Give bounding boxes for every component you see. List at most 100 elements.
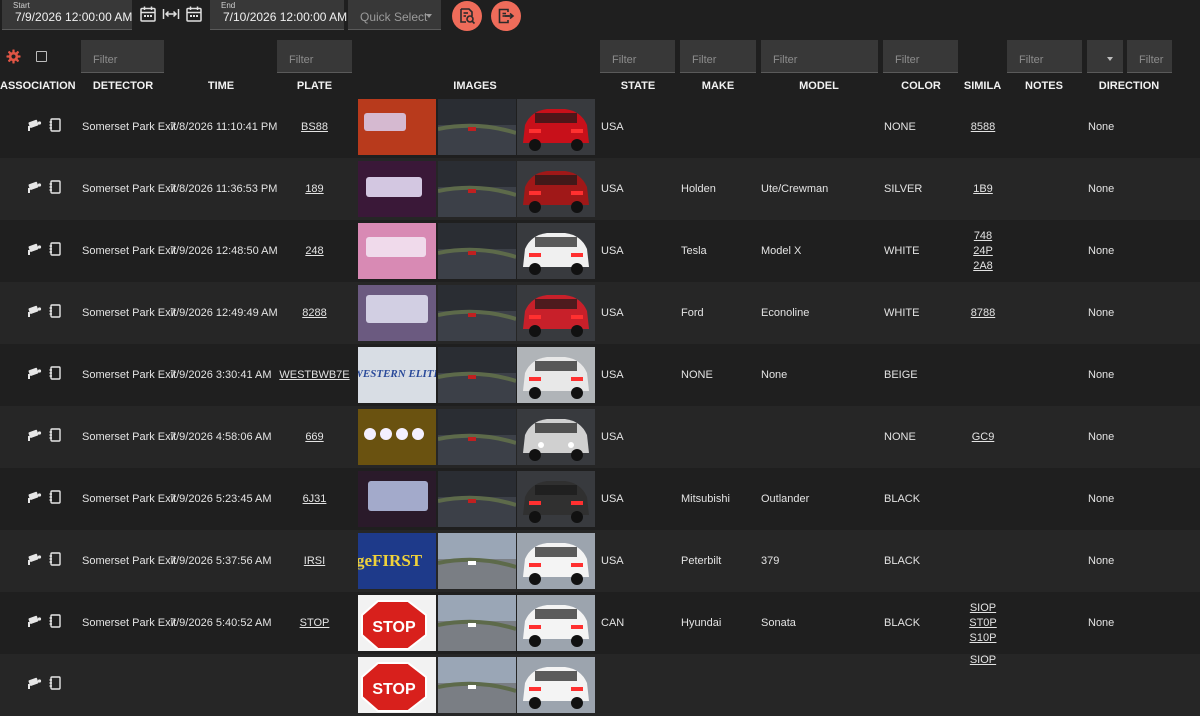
table-row[interactable]: Somerset Park Exit 7/9/2026 4:58:06 AM 669… bbox=[0, 406, 1200, 468]
column-header-plate[interactable]: PLATE bbox=[278, 80, 351, 94]
camera-icon[interactable] bbox=[27, 118, 42, 134]
plate-filter[interactable]: Filter bbox=[277, 40, 352, 73]
similar-plate-link[interactable]: SIOP bbox=[962, 653, 1004, 668]
similar-plate-link[interactable]: ST0P bbox=[962, 616, 1004, 631]
plate-image[interactable] bbox=[358, 285, 436, 341]
camera-icon[interactable] bbox=[27, 242, 42, 258]
table-row[interactable]: STOP SIOP bbox=[0, 654, 1200, 716]
table-row[interactable]: Somerset Park Exit 7/9/2026 12:49:49 AM 82… bbox=[0, 282, 1200, 344]
similar-plate-link[interactable]: S10P bbox=[962, 631, 1004, 646]
calendar-icon[interactable] bbox=[185, 5, 203, 23]
vehicle-image[interactable] bbox=[517, 223, 595, 279]
scene-image[interactable] bbox=[438, 595, 516, 651]
camera-icon[interactable] bbox=[27, 304, 42, 320]
notebook-icon[interactable] bbox=[49, 180, 61, 197]
notebook-icon[interactable] bbox=[49, 242, 61, 259]
plate-image[interactable]: STOP bbox=[358, 595, 436, 651]
start-datetime-field[interactable]: Start 7/9/2026 12:00:00 AM bbox=[2, 0, 132, 30]
notebook-icon[interactable] bbox=[49, 676, 61, 693]
camera-icon[interactable] bbox=[27, 490, 42, 506]
plate-image[interactable] bbox=[358, 223, 436, 279]
similar-plate-link[interactable]: 8788 bbox=[962, 306, 1004, 321]
vehicle-image[interactable] bbox=[517, 99, 595, 155]
plate-link[interactable]: WESTBWB7E bbox=[278, 369, 351, 381]
notebook-icon[interactable] bbox=[49, 118, 61, 135]
column-header-state[interactable]: STATE bbox=[598, 80, 678, 94]
camera-icon[interactable] bbox=[27, 180, 42, 196]
table-row[interactable]: Somerset Park Exit 7/9/2026 5:23:45 AM 6J3… bbox=[0, 468, 1200, 530]
gear-icon[interactable] bbox=[6, 49, 21, 64]
plate-link[interactable]: 189 bbox=[278, 183, 351, 195]
column-header-images[interactable]: IMAGES bbox=[356, 80, 594, 94]
camera-icon[interactable] bbox=[27, 552, 42, 568]
similar-plate-link[interactable]: 2A8 bbox=[962, 259, 1004, 274]
plate-link[interactable]: 6J31 bbox=[278, 493, 351, 505]
plate-image[interactable] bbox=[358, 409, 436, 465]
plate-image[interactable] bbox=[358, 161, 436, 217]
vehicle-image[interactable] bbox=[517, 161, 595, 217]
camera-icon[interactable] bbox=[27, 428, 42, 444]
similar-plate-link[interactable]: 8588 bbox=[962, 120, 1004, 135]
vehicle-image[interactable] bbox=[517, 657, 595, 713]
column-header-make[interactable]: MAKE bbox=[678, 80, 758, 94]
column-header-similar[interactable]: SIMILA bbox=[962, 80, 1003, 94]
similar-plate-link[interactable]: 1B9 bbox=[962, 182, 1004, 197]
column-header-detector[interactable]: DETECTOR bbox=[79, 80, 167, 94]
scene-image[interactable] bbox=[438, 285, 516, 341]
vehicle-image[interactable] bbox=[517, 533, 595, 589]
notebook-icon[interactable] bbox=[49, 304, 61, 321]
vehicle-image[interactable] bbox=[517, 285, 595, 341]
search-button[interactable] bbox=[452, 1, 482, 31]
scene-image[interactable] bbox=[438, 409, 516, 465]
scene-image[interactable] bbox=[438, 99, 516, 155]
plate-link[interactable]: 669 bbox=[278, 431, 351, 443]
notebook-icon[interactable] bbox=[49, 552, 61, 569]
color-filter[interactable]: Filter bbox=[883, 40, 958, 73]
notebook-icon[interactable] bbox=[49, 614, 61, 631]
end-value[interactable]: 7/10/2026 12:00:00 AM bbox=[223, 10, 347, 24]
scene-image[interactable] bbox=[438, 471, 516, 527]
notebook-icon[interactable] bbox=[49, 490, 61, 507]
similar-plate-link[interactable]: GC9 bbox=[962, 430, 1004, 445]
column-header-direction[interactable]: DIRECTION bbox=[1088, 80, 1170, 94]
similar-plate-link[interactable]: 748 bbox=[962, 229, 1004, 244]
table-row[interactable]: Somerset Park Exit 7/8/2026 11:36:53 PM 18… bbox=[0, 158, 1200, 220]
column-header-model[interactable]: MODEL bbox=[758, 80, 880, 94]
notes-filter[interactable]: Filter bbox=[1007, 40, 1082, 73]
direction-filter[interactable]: Filter bbox=[1127, 40, 1172, 73]
similar-plate-link[interactable]: SIOP bbox=[962, 601, 1004, 616]
column-header-associations[interactable]: ASSOCIATIONS bbox=[0, 80, 76, 94]
select-all-checkbox[interactable] bbox=[36, 51, 47, 62]
detector-filter[interactable]: Filter bbox=[81, 40, 164, 73]
plate-link[interactable]: 8288 bbox=[278, 307, 351, 319]
vehicle-image[interactable] bbox=[517, 409, 595, 465]
quick-select-dropdown[interactable]: Quick Select bbox=[348, 0, 441, 30]
calendar-icon[interactable] bbox=[139, 5, 157, 23]
plate-image[interactable] bbox=[358, 99, 436, 155]
plate-image[interactable]: STOP bbox=[358, 657, 436, 713]
make-filter[interactable]: Filter bbox=[680, 40, 756, 73]
table-row[interactable]: Somerset Park Exit 7/9/2026 12:48:50 AM 24… bbox=[0, 220, 1200, 282]
state-filter[interactable]: Filter bbox=[600, 40, 675, 73]
plate-image[interactable] bbox=[358, 471, 436, 527]
table-row[interactable]: Somerset Park Exit 7/9/2026 3:30:41 AM WES… bbox=[0, 344, 1200, 406]
vehicle-image[interactable] bbox=[517, 347, 595, 403]
scene-image[interactable] bbox=[438, 161, 516, 217]
table-row[interactable]: Somerset Park Exit 7/9/2026 5:40:52 AM STO… bbox=[0, 592, 1200, 654]
camera-icon[interactable] bbox=[27, 676, 42, 692]
scene-image[interactable] bbox=[438, 657, 516, 713]
scene-image[interactable] bbox=[438, 533, 516, 589]
table-row[interactable]: Somerset Park Exit 7/8/2026 11:10:41 PM BS… bbox=[0, 96, 1200, 158]
direction-filter-dropdown[interactable] bbox=[1087, 40, 1123, 73]
column-header-time[interactable]: TIME bbox=[168, 80, 274, 94]
end-datetime-field[interactable]: End 7/10/2026 12:00:00 AM bbox=[210, 0, 347, 30]
plate-link[interactable]: 248 bbox=[278, 245, 351, 257]
plate-link[interactable]: IRSI bbox=[278, 555, 351, 567]
camera-icon[interactable] bbox=[27, 366, 42, 382]
vehicle-image[interactable] bbox=[517, 595, 595, 651]
export-button[interactable] bbox=[491, 1, 521, 31]
notebook-icon[interactable] bbox=[49, 366, 61, 383]
column-header-color[interactable]: COLOR bbox=[881, 80, 961, 94]
table-row[interactable]: Somerset Park Exit 7/9/2026 5:37:56 AM IRS… bbox=[0, 530, 1200, 592]
camera-icon[interactable] bbox=[27, 614, 42, 630]
